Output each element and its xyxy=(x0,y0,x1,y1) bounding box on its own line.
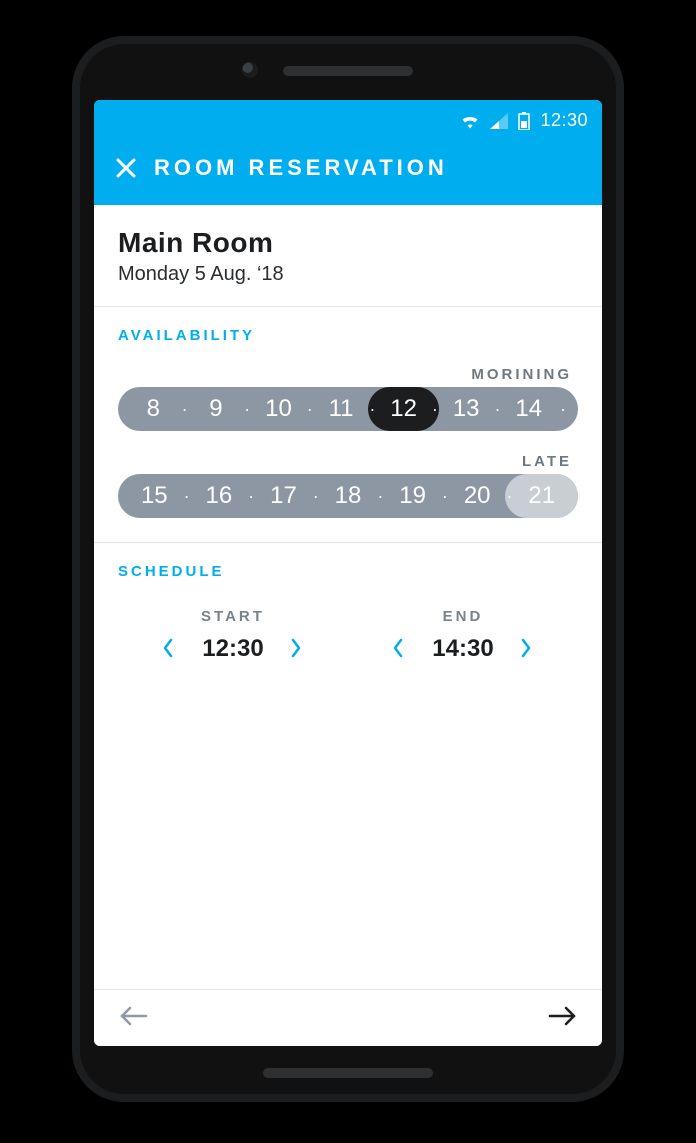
status-bar: 12:30 xyxy=(94,100,602,137)
separator-dot: · xyxy=(431,399,439,420)
end-prev-button[interactable] xyxy=(392,638,406,660)
app-bar: ROOM RESERVATION xyxy=(94,137,602,205)
schedule-section: SCHEDULE START 12:30 END xyxy=(94,543,602,687)
availability-heading: AVAILABILITY xyxy=(118,327,578,344)
hour-slot[interactable]: 18 xyxy=(320,482,377,510)
cellular-icon xyxy=(490,113,508,129)
morning-label: MORINING xyxy=(118,366,578,383)
hour-slot[interactable]: 21 xyxy=(513,482,570,510)
schedule-heading: SCHEDULE xyxy=(118,563,578,580)
start-label: START xyxy=(162,608,304,625)
hour-slot[interactable]: 13 xyxy=(439,395,494,423)
room-header: Main Room Monday 5 Aug. ‘18 xyxy=(94,205,602,307)
availability-section: AVAILABILITY MORINING 8·9·10·11·12·13·14… xyxy=(94,307,602,543)
room-date: Monday 5 Aug. ‘18 xyxy=(118,263,578,286)
device-speaker-top xyxy=(283,66,413,76)
separator-dot: · xyxy=(247,486,255,507)
separator-dot: · xyxy=(368,399,376,420)
separator-dot: · xyxy=(181,399,189,420)
device-speaker-bottom xyxy=(263,1068,433,1078)
schedule-start: START 12:30 xyxy=(162,608,304,663)
battery-icon xyxy=(518,112,530,130)
next-button[interactable] xyxy=(546,1004,580,1028)
status-time: 12:30 xyxy=(540,110,588,131)
hour-slot[interactable]: 19 xyxy=(384,482,441,510)
separator-dot: · xyxy=(306,399,314,420)
hour-slot[interactable]: 14 xyxy=(501,395,556,423)
separator-dot: · xyxy=(376,486,384,507)
morning-row[interactable]: 8·9·10·11·12·13·14· xyxy=(118,387,578,431)
hour-slot[interactable]: 12 xyxy=(376,395,431,423)
schedule-end: END 14:30 xyxy=(392,608,534,663)
separator-dot: · xyxy=(505,486,513,507)
late-row[interactable]: 15·16·17·18·19·20·21 xyxy=(118,474,578,518)
end-next-button[interactable] xyxy=(520,638,534,660)
separator-dot: · xyxy=(493,399,501,420)
screen: 12:30 ROOM RESERVATION Main Room Monday … xyxy=(94,100,602,1046)
hour-slot[interactable]: 17 xyxy=(255,482,312,510)
footer-nav xyxy=(94,989,602,1046)
app-title: ROOM RESERVATION xyxy=(154,155,448,181)
hour-slot[interactable]: 10 xyxy=(251,395,306,423)
start-value: 12:30 xyxy=(198,635,268,663)
separator-dot: · xyxy=(183,486,191,507)
hour-slot[interactable]: 9 xyxy=(189,395,244,423)
end-label: END xyxy=(392,608,534,625)
close-icon[interactable] xyxy=(114,156,138,180)
hour-slot[interactable]: 8 xyxy=(126,395,181,423)
hour-slot[interactable]: 20 xyxy=(449,482,506,510)
phone-frame: 12:30 ROOM RESERVATION Main Room Monday … xyxy=(72,36,624,1102)
device-camera xyxy=(242,62,258,78)
separator-dot: · xyxy=(441,486,449,507)
hour-slot[interactable]: 16 xyxy=(191,482,248,510)
hour-slot[interactable]: 11 xyxy=(314,395,369,423)
room-name: Main Room xyxy=(118,227,578,259)
end-value: 14:30 xyxy=(428,635,498,663)
wifi-icon xyxy=(460,113,480,129)
separator-dot: · xyxy=(312,486,320,507)
separator-dot: · xyxy=(556,399,570,420)
start-prev-button[interactable] xyxy=(162,638,176,660)
separator-dot: · xyxy=(243,399,251,420)
hour-slot[interactable]: 15 xyxy=(126,482,183,510)
start-next-button[interactable] xyxy=(290,638,304,660)
late-label: LATE xyxy=(118,453,578,470)
back-button[interactable] xyxy=(116,1004,150,1028)
